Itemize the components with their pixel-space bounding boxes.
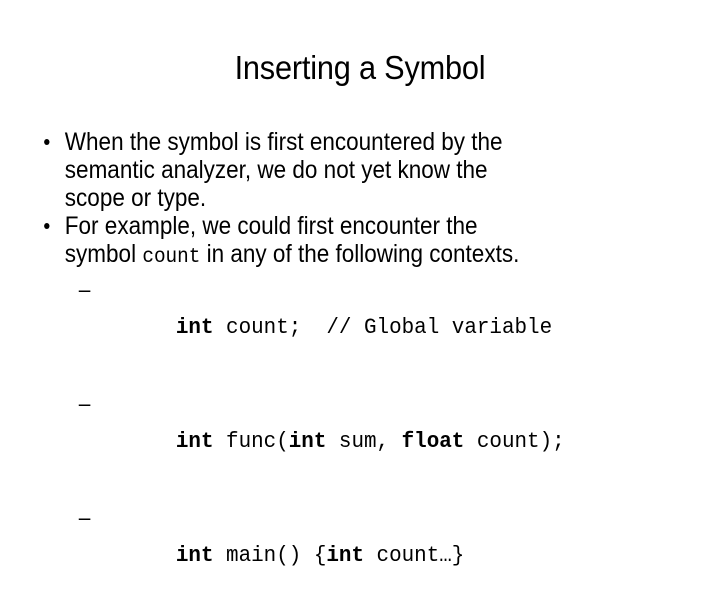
code-line-2-keyword-2: int — [288, 429, 327, 454]
slide-body: When the symbol is first encountered by … — [36, 128, 696, 613]
dash-marker-icon: – — [78, 505, 91, 530]
code-line-1-rest: count; // Global variable — [213, 315, 553, 340]
code-line-2: – int func(int sum, float count); — [36, 385, 720, 499]
code-line-3-tail: count…} — [364, 543, 465, 568]
code-line-1-keyword: int — [175, 315, 214, 340]
code-line-3-keyword-1: int — [175, 543, 214, 568]
dash-marker-icon: – — [78, 277, 91, 302]
code-line-2-mid-1: func( — [213, 429, 289, 454]
bullet-dot-icon — [44, 139, 50, 145]
bullet-item-1-line-1: When the symbol is first encountered by … — [64, 128, 503, 156]
bullet-dot-icon — [44, 223, 50, 229]
bullet-item-2-suffix: in any of the following contexts. — [200, 240, 520, 268]
bullet-item-1: When the symbol is first encountered by … — [36, 128, 720, 212]
code-line-3-mid-1: main() { — [213, 543, 327, 568]
code-line-3-keyword-2: int — [326, 543, 365, 568]
bullet-item-1-line-2: semantic analyzer, we do not yet know th… — [64, 156, 488, 184]
bullet-item-2-line-1: For example, we could first encounter th… — [64, 212, 478, 240]
code-line-3: – int main() {int count…} — [36, 499, 720, 613]
code-line-2-tail: count); — [464, 429, 565, 454]
bullet-item-2-prefix: symbol — [64, 240, 143, 268]
bullet-item-1-line-3: scope or type. — [64, 184, 207, 212]
code-line-2-keyword-1: int — [175, 429, 214, 454]
dash-marker-icon: – — [78, 391, 91, 416]
code-line-2-mid-2: sum, — [326, 429, 402, 454]
slide-canvas: Inserting a Symbol When the symbol is fi… — [0, 0, 720, 568]
bullet-item-2-code-token: count — [142, 245, 201, 269]
code-line-2-keyword-3: float — [401, 429, 465, 454]
page-title: Inserting a Symbol — [234, 49, 486, 86]
bullet-item-2: For example, we could first encounter th… — [36, 212, 720, 271]
code-line-1: – int count; // Global variable — [36, 271, 720, 385]
